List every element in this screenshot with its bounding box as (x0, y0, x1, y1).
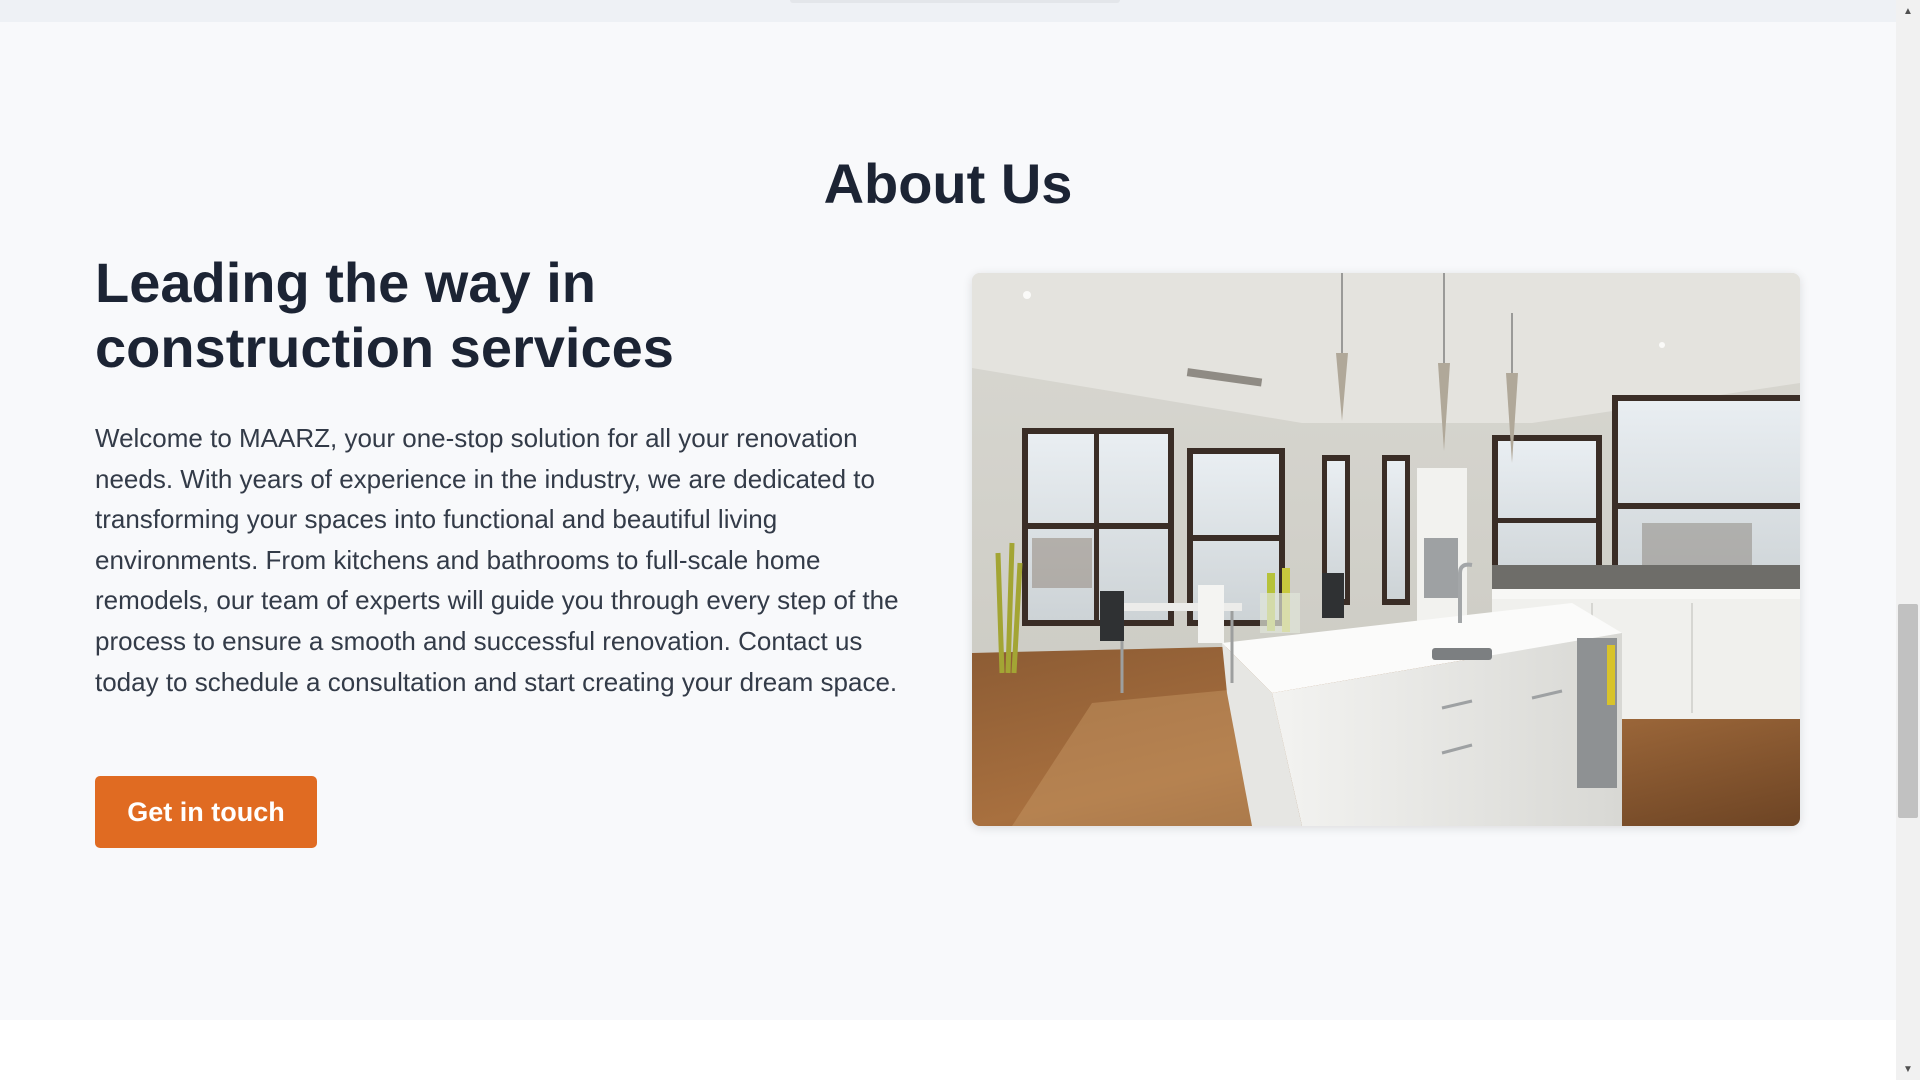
scrollbar-thumb[interactable] (1898, 604, 1918, 818)
get-in-touch-button[interactable]: Get in touch (95, 776, 317, 848)
triangle-down-icon[interactable]: ▼ (1896, 1060, 1920, 1078)
triangle-up-icon[interactable]: ▲ (1896, 2, 1920, 20)
about-headline: Leading the way in construction services (95, 251, 674, 379)
section-title: About Us (823, 152, 1073, 215)
previous-section-edge (0, 0, 1896, 22)
about-body-text: Welcome to MAARZ, your one-stop solution… (95, 423, 899, 697)
scrollbar-track[interactable] (1896, 0, 1920, 1080)
divider (790, 0, 1120, 3)
next-section-edge (0, 1020, 1896, 1080)
kitchen-photo (972, 273, 1800, 826)
